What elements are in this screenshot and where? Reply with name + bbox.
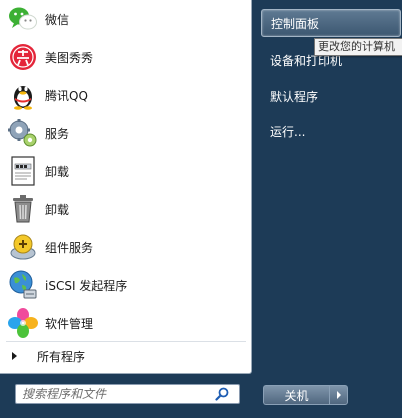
all-programs-button[interactable]: 所有程序 [4,344,246,368]
default-programs-label: 默认程序 [270,89,319,104]
iscsi-globe-icon [6,268,40,302]
control-panel-link[interactable]: 控制面板 [261,9,401,37]
program-label: 卸载 [45,164,70,179]
uninstall-document-icon [6,154,40,188]
program-label: iSCSI 发起程序 [45,278,128,293]
start-menu: 微信 美图秀秀 腾讯QQ 服务 卸载 卸载 组件服务 iSCSI 发起程序 软件… [0,0,402,418]
program-item-meitu[interactable]: 美图秀秀 [0,38,250,76]
search-box[interactable] [15,384,240,404]
program-item-wechat[interactable]: 微信 [0,0,250,38]
pinned-programs-list: 微信 美图秀秀 腾讯QQ 服务 卸载 卸载 组件服务 iSCSI 发起程序 软件… [0,0,250,342]
chevron-right-icon [336,391,341,399]
services-gears-icon [6,116,40,150]
programs-divider [6,341,246,342]
meitu-icon [6,40,40,74]
program-label: 微信 [45,12,70,27]
shutdown-button[interactable]: 关机 [263,385,329,405]
program-item-uninstall-1[interactable]: 卸载 [0,152,250,190]
default-programs-link[interactable]: 默认程序 [261,83,401,109]
shutdown-options-button[interactable] [329,385,348,405]
run-link[interactable]: 运行... [261,118,401,144]
program-label: 美图秀秀 [45,50,94,65]
qq-penguin-icon [6,78,40,112]
run-label: 运行... [270,124,306,139]
program-item-component-services[interactable]: 组件服务 [0,228,250,266]
program-item-uninstall-2[interactable]: 卸载 [0,190,250,228]
program-label: 卸载 [45,202,70,217]
system-links-pane: 控制面板 设备和打印机 默认程序 运行... [253,0,402,418]
shutdown-group: 关机 [263,385,348,405]
program-label: 组件服务 [45,240,94,255]
program-item-services[interactable]: 服务 [0,114,250,152]
programs-pane: 微信 美图秀秀 腾讯QQ 服务 卸载 卸载 组件服务 iSCSI 发起程序 软件… [0,0,252,374]
program-item-qq[interactable]: 腾讯QQ [0,76,250,114]
trash-can-icon [6,192,40,226]
search-icon[interactable] [212,385,232,403]
component-services-icon [6,230,40,264]
all-programs-label: 所有程序 [37,349,86,364]
program-label: 服务 [45,126,70,141]
wechat-icon [6,2,40,36]
program-item-iscsi[interactable]: iSCSI 发起程序 [0,266,250,304]
software-manager-clover-icon [6,306,40,340]
program-label: 软件管理 [45,316,94,331]
program-label: 腾讯QQ [45,88,88,103]
search-input[interactable] [16,385,212,403]
control-panel-tooltip: 更改您的计算机 [314,38,402,56]
program-item-software-manager[interactable]: 软件管理 [0,304,250,342]
arrow-right-icon [12,352,17,360]
control-panel-label: 控制面板 [271,16,320,31]
